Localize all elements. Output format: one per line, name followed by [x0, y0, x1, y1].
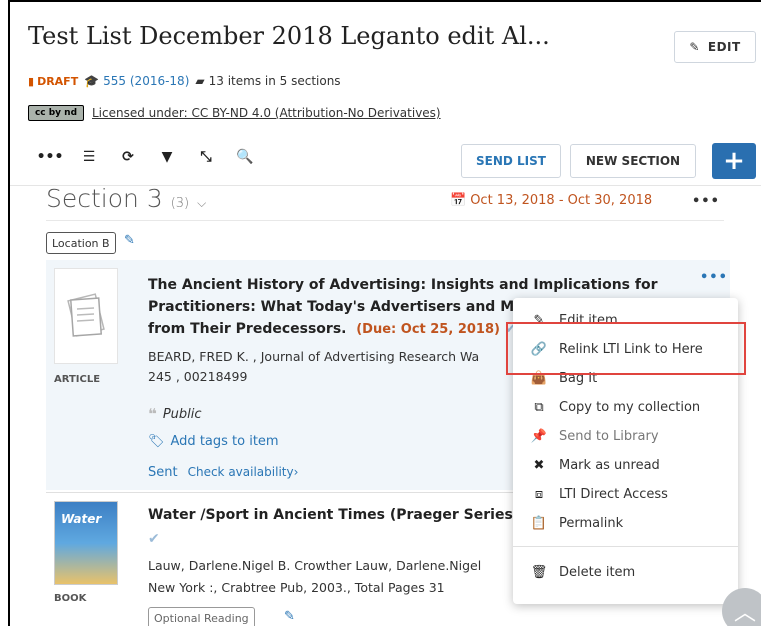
item-citation-line: New York :, Crabtree Pub, 2003., Total P… — [148, 580, 445, 595]
document-stack-icon — [67, 293, 105, 337]
edit-button-label: EDIT — [707, 40, 741, 54]
list-meta: ▮ DRAFT 🎓 555 (2016-18) ▰ 13 items in 5 … — [28, 74, 341, 88]
pin-icon: 📌 — [530, 428, 548, 444]
menu-divider — [513, 546, 738, 547]
close-icon: ✖ — [533, 457, 545, 473]
menu-item-lti-direct-access[interactable]: ⧈ LTI Direct Access — [513, 480, 738, 508]
license-link[interactable]: Licensed under: CC BY-ND 4.0 (Attributio… — [92, 106, 441, 120]
app-frame: Test List December 2018 Leganto edit Al.… — [8, 0, 761, 626]
article-thumbnail — [54, 268, 118, 364]
item-title-line: from Their Predecessors. — [148, 321, 347, 337]
draft-badge: ▮ DRAFT — [28, 75, 78, 88]
copy-icon: ⧉ — [534, 399, 544, 415]
section-divider — [46, 220, 724, 221]
item-title-line: The Ancient History of Advertising: Insi… — [148, 277, 658, 293]
more-options-icon[interactable]: ••• — [37, 148, 64, 166]
trash-icon: 🗑 — [530, 564, 548, 580]
course-link[interactable]: 🎓 555 (2016-18) — [84, 74, 189, 88]
section-dates: 📅 Oct 13, 2018 - Oct 30, 2018 — [450, 193, 652, 208]
items-count-label: 13 items in 5 sections — [208, 74, 341, 88]
item-citation-line: 245 , 00218499 — [148, 369, 248, 384]
item-citation-line: Lauw, Darlene.Nigel B. Crowther Lauw, Da… — [148, 558, 482, 573]
page-title: Test List December 2018 Leganto edit Al.… — [28, 22, 550, 50]
optional-reading-tag[interactable]: Optional Reading — [148, 607, 255, 626]
license-row: cc by nd Licensed under: CC BY-ND 4.0 (A… — [28, 105, 441, 121]
draft-label: DRAFT — [37, 74, 79, 88]
item-type: ARTICLE — [54, 374, 101, 385]
item-citation: BEARD, FRED K. , Journal of Advertising … — [148, 347, 479, 387]
graduation-cap-icon: 🎓 — [84, 74, 100, 88]
section-count: (3) — [170, 196, 190, 211]
section-title[interactable]: Section 3 (3) ⌵ — [46, 184, 206, 213]
section-more-options-icon[interactable]: ••• — [692, 194, 720, 209]
item-type: BOOK — [54, 593, 87, 604]
edit-tag-pencil-icon[interactable]: ✎ — [124, 233, 135, 248]
add-tags-link[interactable]: 🏷 Add tags to item — [148, 434, 279, 449]
quote-icon: ❝ — [148, 405, 157, 423]
menu-item-label: Permalink — [559, 515, 624, 531]
highlight-box — [506, 322, 746, 375]
menu-item-mark-unread[interactable]: ✖ Mark as unread — [513, 451, 738, 479]
section-dates-text: Oct 13, 2018 - Oct 30, 2018 — [470, 193, 653, 208]
tag-icon: 🏷 — [148, 434, 165, 449]
external-link-icon: ⧈ — [534, 486, 544, 502]
pencil-icon: ✎ — [689, 40, 700, 54]
course-label: 555 (2016-18) — [103, 74, 190, 88]
chevron-up-icon: ︿ — [733, 601, 756, 626]
check-icon: ✔ — [148, 531, 160, 547]
menu-item-label: Mark as unread — [559, 457, 660, 473]
item-citation-line: BEARD, FRED K. , Journal of Advertising … — [148, 349, 480, 364]
book-cover: Water — [54, 501, 118, 585]
add-item-button[interactable]: + — [712, 143, 756, 179]
cc-license-icon: cc by nd — [28, 105, 84, 121]
menu-item-label: Send to Library — [559, 428, 659, 444]
collapse-icon[interactable]: ⤡ — [198, 148, 214, 166]
menu-item-label: Copy to my collection — [559, 399, 701, 415]
document-icon: ▮ — [28, 74, 35, 88]
item-more-options-icon[interactable]: ••• — [700, 270, 728, 285]
public-note: ❝ Public — [148, 405, 202, 423]
clipboard-icon: 📋 — [530, 515, 548, 531]
menu-item-copy-to-collection[interactable]: ⧉ Copy to my collection — [513, 393, 738, 421]
book-cover-title: Water — [61, 512, 102, 526]
add-tags-label: Add tags to item — [170, 434, 279, 449]
new-section-button[interactable]: NEW SECTION — [570, 144, 696, 178]
item-citation: Lauw, Darlene.Nigel B. Crowther Lauw, Da… — [148, 555, 481, 599]
edit-tag-pencil-icon[interactable]: ✎ — [284, 609, 295, 624]
filter-icon[interactable]: ▼ — [159, 148, 175, 166]
items-count: ▰ 13 items in 5 sections — [195, 74, 340, 88]
send-list-button[interactable]: SEND LIST — [461, 144, 561, 178]
menu-item-permalink[interactable]: 📋 Permalink — [513, 509, 738, 537]
check-availability-link[interactable]: Check availability› — [188, 465, 299, 480]
public-label: Public — [162, 406, 202, 422]
calendar-icon: 📅 — [450, 193, 467, 208]
list-view-icon[interactable]: ☰ — [81, 148, 97, 166]
book-icon: ▰ — [195, 74, 205, 88]
section-title-text: Section 3 — [46, 184, 163, 213]
scroll-to-top-button[interactable]: ︿ — [722, 588, 761, 626]
sent-status: Sent — [148, 465, 178, 480]
refresh-icon[interactable]: ⟳ — [120, 148, 136, 166]
search-icon[interactable]: 🔍 — [236, 148, 253, 166]
menu-item-label: Delete item — [559, 564, 636, 580]
edit-button[interactable]: ✎ EDIT — [674, 31, 756, 63]
chevron-down-icon[interactable]: ⌵ — [197, 196, 206, 210]
item-title[interactable]: Water /Sport in Ancient Times (Praeger S… — [148, 507, 526, 523]
list-toolbar: ••• ☰ ⟳ ▼ ⤡ 🔍 — [37, 148, 254, 166]
menu-item-send-to-library[interactable]: 📌 Send to Library — [513, 422, 738, 450]
location-tag[interactable]: Location B — [46, 232, 116, 254]
item-status-row: Sent Check availability› — [148, 465, 298, 480]
menu-item-delete-item[interactable]: 🗑 Delete item — [513, 558, 738, 586]
due-date: (Due: Oct 25, 2018) — [356, 322, 500, 337]
menu-item-label: LTI Direct Access — [559, 486, 668, 502]
